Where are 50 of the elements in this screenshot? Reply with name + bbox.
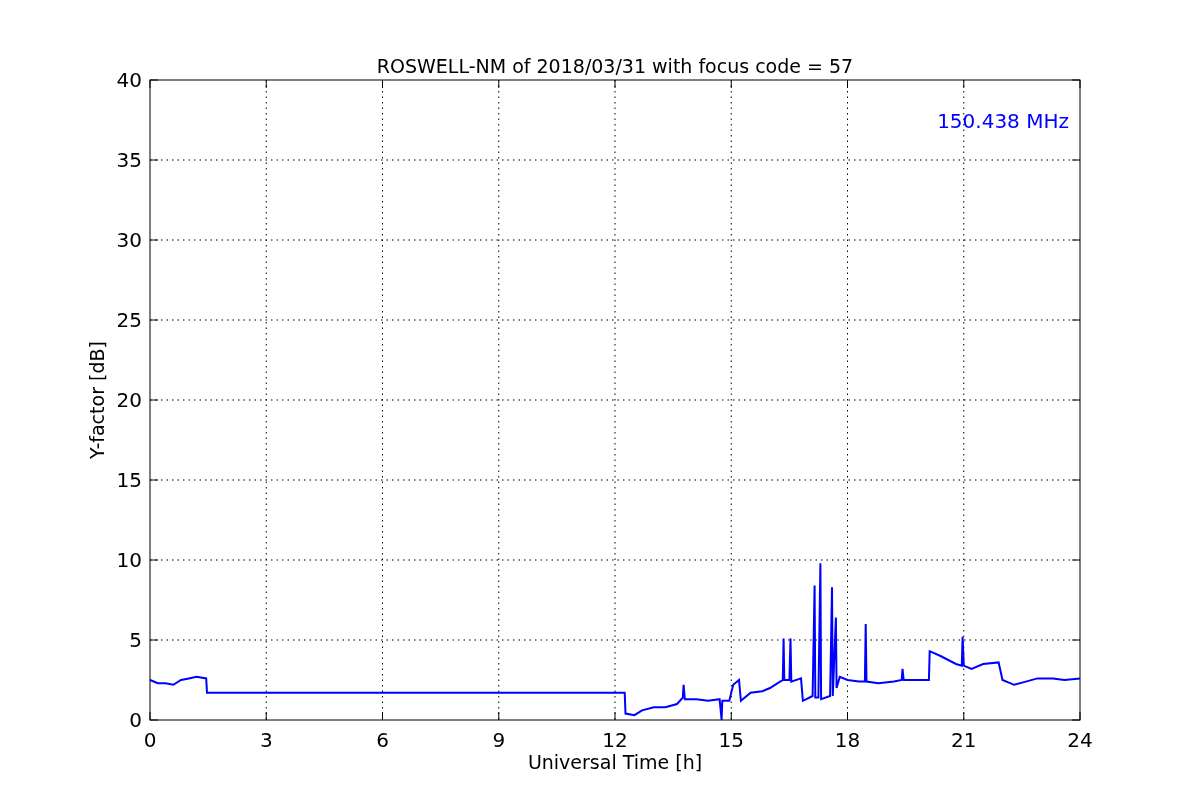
tick-label: 18 — [834, 728, 861, 752]
tick-label: 25 — [116, 308, 142, 332]
x-axis-label: Universal Time [h] — [527, 751, 703, 773]
tick-mark — [847, 79, 848, 89]
tick-mark — [382, 711, 383, 721]
tick-mark — [1071, 319, 1081, 321]
tick-mark — [149, 559, 159, 561]
tick-label: 30 — [116, 228, 142, 252]
chart-title: ROSWELL-NM of 2018/03/31 with focus code = 57 — [376, 55, 854, 77]
tick-label: 40 — [116, 68, 142, 92]
tick-mark — [847, 711, 848, 721]
frequency-label: 150.438 MHz — [937, 109, 1069, 133]
tick-mark — [149, 239, 159, 241]
tick-mark — [1071, 559, 1081, 561]
tick-label: 15 — [116, 468, 142, 492]
tick-mark — [1071, 159, 1081, 161]
tick-mark — [1071, 399, 1081, 401]
tick-mark — [614, 711, 616, 721]
tick-mark — [149, 479, 159, 481]
tick-label: 12 — [602, 728, 628, 752]
tick-label: 9 — [492, 728, 506, 752]
tick-mark — [149, 399, 159, 401]
tick-label: 24 — [1067, 728, 1093, 752]
tick-mark — [1071, 479, 1081, 481]
tick-mark — [1071, 239, 1081, 241]
y-axis-label: Y-factor [dB] — [86, 341, 108, 459]
tick-mark — [149, 639, 159, 641]
tick-mark — [614, 79, 616, 89]
tick-mark — [265, 711, 267, 721]
tick-mark — [730, 79, 732, 89]
tick-label: 0 — [129, 708, 142, 732]
tick-label: 5 — [129, 628, 142, 652]
tick-label: 15 — [718, 728, 744, 752]
tick-mark — [963, 711, 965, 721]
tick-mark — [265, 79, 267, 89]
tick-mark — [1071, 639, 1081, 641]
tick-mark — [382, 79, 383, 89]
tick-label: 6 — [376, 728, 389, 752]
tick-mark — [730, 711, 732, 721]
tick-label: 3 — [259, 728, 273, 752]
tick-mark — [498, 711, 500, 721]
tick-label: 20 — [116, 388, 142, 412]
tick-mark — [963, 79, 965, 89]
tick-label: 35 — [116, 148, 142, 172]
tick-label: 0 — [143, 728, 157, 752]
tick-label: 21 — [951, 728, 977, 752]
tick-mark — [498, 79, 500, 89]
tick-mark — [149, 159, 159, 161]
tick-label: 10 — [116, 548, 142, 572]
tick-mark — [149, 319, 159, 321]
